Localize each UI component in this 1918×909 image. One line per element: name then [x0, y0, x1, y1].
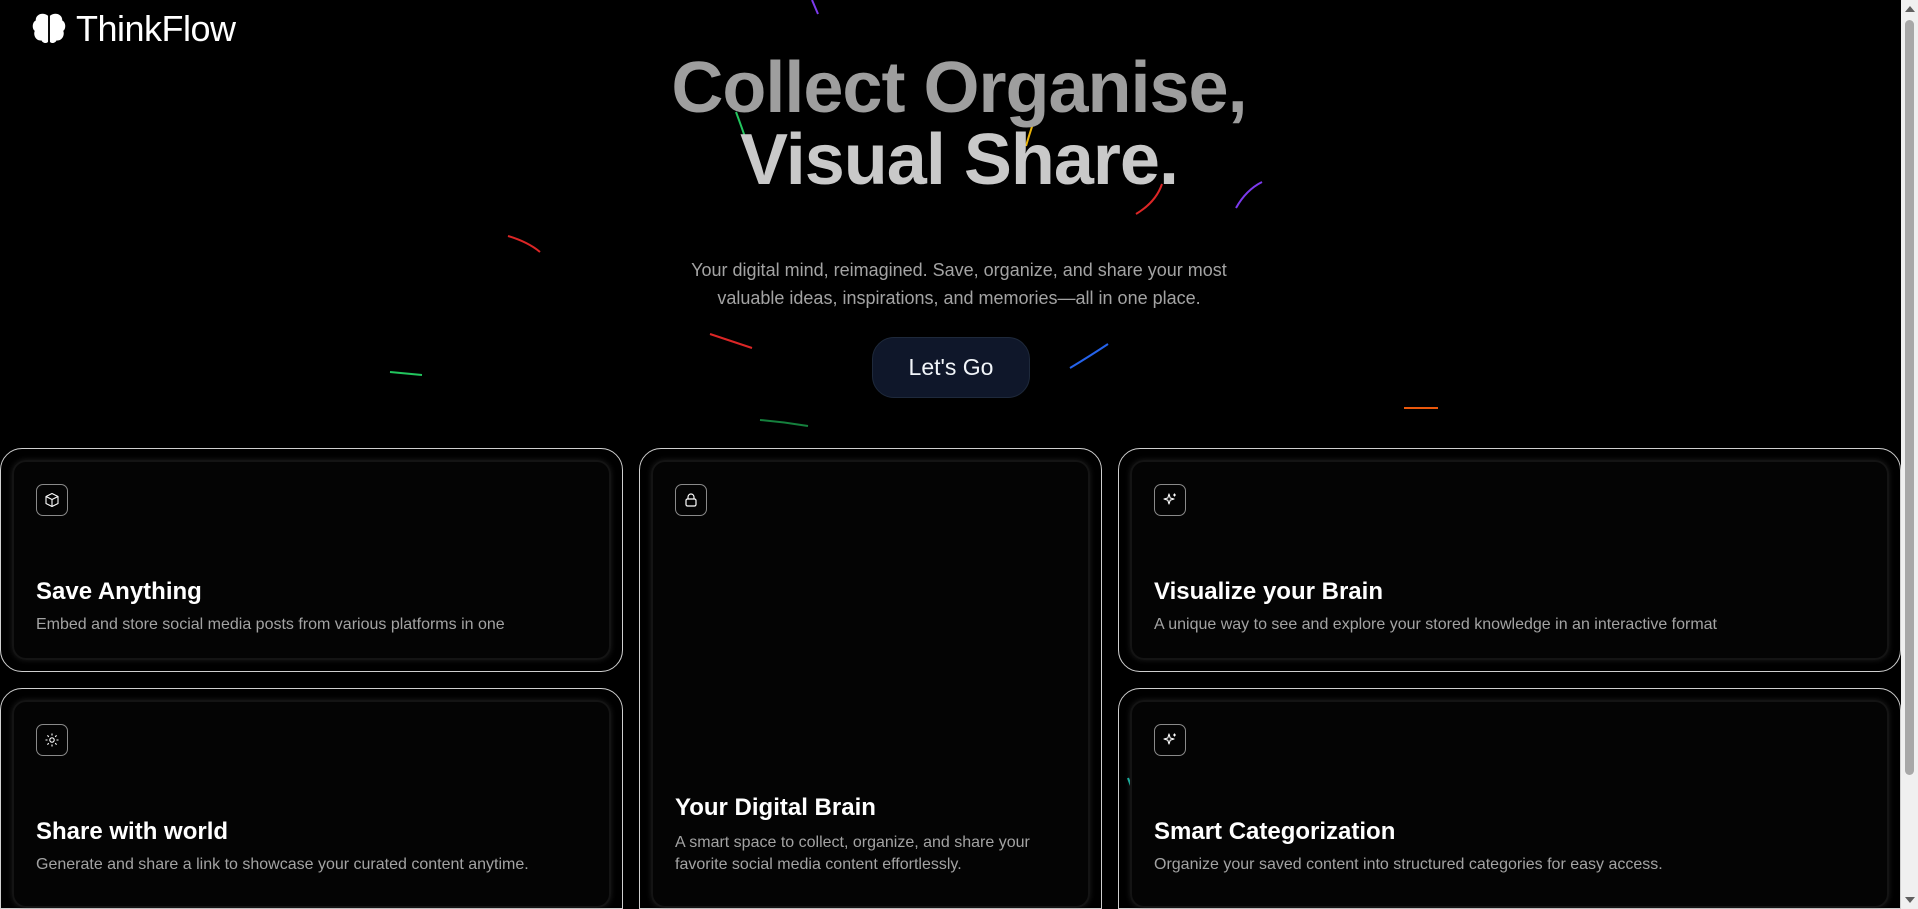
scroll-down-arrow-icon[interactable] [1905, 897, 1915, 903]
feature-description: A unique way to see and explore your sto… [1154, 616, 1717, 633]
lock-icon [675, 484, 707, 516]
lets-go-button[interactable]: Let's Go [872, 337, 1030, 398]
brand-name: ThinkFlow [76, 8, 236, 49]
feature-card-save-anything[interactable]: Save Anything Embed and store social med… [0, 448, 623, 672]
feature-card-share-with-world[interactable]: Share with world Generate and share a li… [0, 688, 623, 909]
hero-title-line-1: Collect Organise, [671, 48, 1247, 128]
settings-icon [36, 724, 68, 756]
feature-card-visualize-your-brain[interactable]: Visualize your Brain A unique way to see… [1118, 448, 1901, 672]
brand-logo[interactable]: ThinkFlow [30, 8, 236, 50]
hero-subtitle: Your digital mind, reimagined. Save, org… [691, 260, 1227, 308]
feature-title: Share with world [36, 818, 229, 845]
feature-title: Your Digital Brain [675, 794, 876, 821]
sparkles-icon [1154, 484, 1186, 516]
scroll-up-arrow-icon[interactable] [1905, 6, 1915, 12]
feature-title: Save Anything [36, 578, 202, 605]
feature-description: Embed and store social media posts from … [36, 616, 505, 633]
vertical-scrollbar[interactable] [1901, 0, 1918, 909]
feature-title: Visualize your Brain [1154, 578, 1383, 605]
hero-title-line-2: Visual Share. [740, 120, 1179, 200]
box-icon [36, 484, 68, 516]
feature-description: A smart space to collect, organize, and … [675, 834, 1030, 873]
sparkles-icon [1154, 724, 1186, 756]
feature-card-smart-categorization[interactable]: Smart Categorization Organize your saved… [1118, 688, 1901, 909]
feature-title: Smart Categorization [1154, 818, 1396, 845]
hero-title: Collect Organise, Visual Share. [0, 52, 1918, 196]
feature-description: Generate and share a link to showcase yo… [36, 856, 529, 873]
scrollbar-thumb[interactable] [1905, 20, 1914, 775]
feature-description: Organize your saved content into structu… [1154, 856, 1663, 873]
feature-card-your-digital-brain[interactable]: Your Digital Brain A smart space to coll… [639, 448, 1102, 909]
brain-icon [32, 13, 66, 44]
